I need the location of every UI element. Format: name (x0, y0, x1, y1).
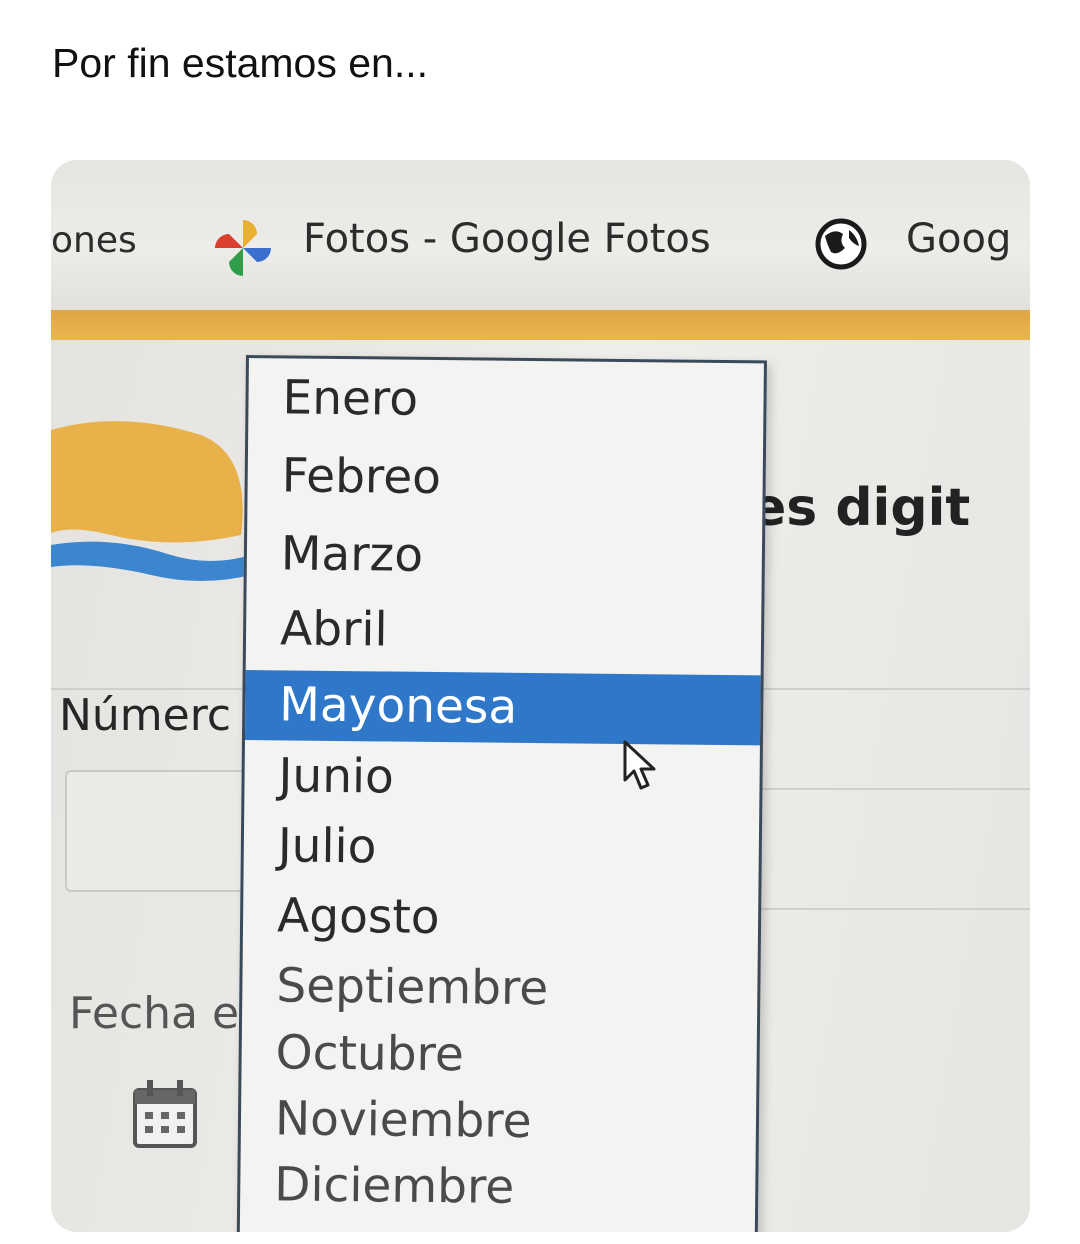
month-option[interactable]: Julio (243, 811, 759, 886)
month-dropdown-list[interactable]: Enero Febreo Marzo Abril Mayonesa Junio … (236, 355, 767, 1232)
month-option[interactable]: Febreo (247, 441, 763, 516)
bookmark-google-fotos[interactable]: Fotos - Google Fotos (303, 216, 711, 262)
fecha-label: Fecha e (69, 988, 240, 1039)
site-header-bar (51, 310, 1030, 340)
month-option[interactable]: Diciembre (240, 1150, 756, 1225)
site-logo (51, 421, 251, 581)
page-heading: es digit (751, 478, 971, 538)
month-option[interactable]: Septiembre (242, 951, 758, 1026)
bookmark-ones[interactable]: ones (51, 220, 137, 261)
bookmarks-bar: ones Fotos - Google Fotos Goog (51, 160, 1030, 310)
bookmark-goog[interactable]: Goog (906, 216, 1011, 262)
globe-icon (815, 218, 867, 270)
month-option[interactable]: Marzo (247, 519, 763, 594)
month-option[interactable]: Octubre (241, 1018, 757, 1093)
google-photos-pinwheel-icon (215, 220, 271, 276)
post-caption: Por fin estamos en... (52, 40, 429, 86)
calendar-icon[interactable] (131, 1078, 199, 1150)
month-option[interactable]: Noviembre (241, 1084, 757, 1159)
screen-photo: ones Fotos - Google Fotos Goog es digit … (51, 160, 1030, 1232)
divider (741, 788, 1030, 790)
numero-label: Númerc (59, 690, 232, 741)
mouse-pointer-icon (623, 740, 656, 790)
month-option[interactable]: Agosto (243, 881, 759, 956)
month-option[interactable]: Enero (248, 363, 764, 438)
month-option-selected[interactable]: Mayonesa (244, 670, 761, 746)
month-option[interactable]: Junio (244, 741, 760, 816)
divider (741, 908, 1030, 910)
month-option[interactable]: Abril (246, 594, 762, 669)
